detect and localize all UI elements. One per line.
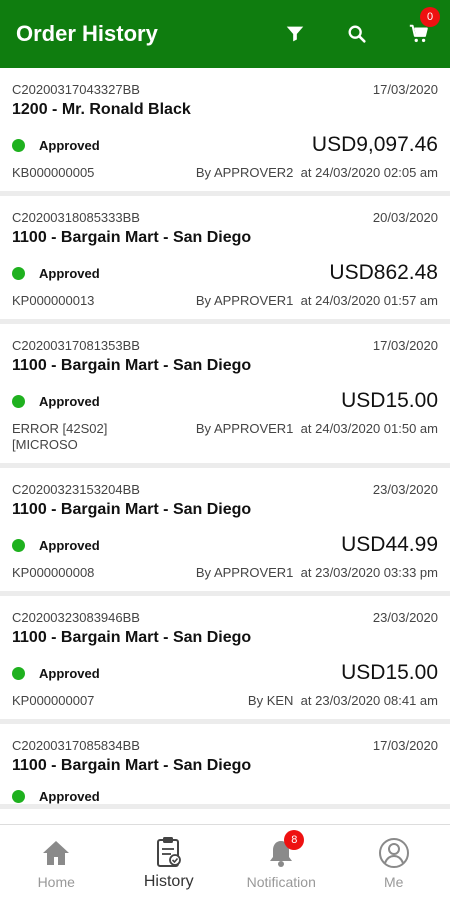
bell-icon: 8 — [264, 829, 305, 870]
order-code: C20200318085333BB — [12, 210, 140, 225]
order-list: C20200317043327BB 17/03/2020 1200 - Mr. … — [0, 68, 450, 824]
approval-time: at 24/03/2020 02:05 am — [300, 165, 438, 180]
order-code: C20200323153204BB — [12, 482, 140, 497]
order-reference: KP000000007 — [12, 693, 95, 708]
order-date: 17/03/2020 — [372, 82, 438, 97]
order-amount: USD15.00 — [341, 389, 438, 412]
order-card[interactable]: C20200317043327BB 17/03/2020 1200 - Mr. … — [0, 68, 450, 196]
filter-icon[interactable] — [282, 21, 308, 47]
status-dot-icon — [12, 790, 25, 803]
approval-time: at 23/03/2020 08:41 am — [300, 693, 438, 708]
status-dot-icon — [12, 266, 25, 280]
order-amount: USD15.00 — [341, 661, 438, 684]
nav-home[interactable]: Home — [0, 825, 113, 900]
order-amount: USD9,097.46 — [311, 133, 438, 156]
notification-count-badge: 8 — [284, 829, 305, 850]
status-label: Approved — [39, 789, 100, 804]
order-code: C20200323083946BB — [12, 610, 140, 625]
nav-me[interactable]: Me — [338, 825, 450, 900]
order-code: C20200317085834BB — [12, 738, 140, 753]
order-amount: USD44.99 — [341, 533, 438, 556]
order-date: 23/03/2020 — [372, 610, 438, 625]
approver: By APPROVER1 — [195, 293, 294, 308]
order-reference: KP000000008 — [12, 565, 95, 580]
order-date: 20/03/2020 — [372, 210, 438, 225]
status-dot-icon — [12, 394, 25, 408]
order-code: C20200317081353BB — [12, 338, 140, 353]
status-label: Approved — [39, 393, 100, 409]
order-date: 17/03/2020 — [372, 338, 438, 353]
cart-icon[interactable]: 0 — [406, 7, 440, 47]
order-date: 17/03/2020 — [372, 738, 438, 753]
nav-me-label: Me — [384, 873, 404, 890]
user-icon — [377, 836, 411, 870]
approval-time: at 23/03/2020 03:33 pm — [300, 565, 438, 580]
nav-history-label: History — [143, 872, 194, 890]
order-reference: ERROR [42S02] [MICROSO — [12, 421, 108, 452]
nav-notification-label: Notification — [246, 873, 316, 890]
nav-home-label: Home — [37, 873, 75, 890]
status-dot-icon — [12, 666, 25, 680]
approver: By APPROVER1 — [195, 421, 294, 436]
order-reference: KP000000013 — [12, 293, 95, 308]
status-badge: Approved — [12, 666, 100, 681]
nav-history[interactable]: History — [113, 825, 226, 900]
order-card[interactable]: C20200317081353BB 17/03/2020 1100 - Barg… — [0, 324, 450, 468]
status-badge: Approved — [12, 138, 100, 153]
customer-name: 1100 - Bargain Mart - San Diego — [12, 229, 252, 246]
status-dot-icon — [12, 538, 25, 552]
app-bar: Order History 0 — [0, 0, 450, 68]
status-badge: Approved — [12, 538, 100, 553]
status-label: Approved — [39, 137, 100, 153]
order-reference: KB000000005 — [12, 165, 95, 180]
order-code: C20200317043327BB — [12, 82, 140, 97]
status-badge: Approved — [12, 266, 100, 281]
status-dot-icon — [12, 138, 25, 152]
approval-time: at 24/03/2020 01:50 am — [300, 421, 438, 436]
status-label: Approved — [39, 265, 100, 281]
status-badge: Approved — [12, 789, 100, 804]
customer-name: 1100 - Bargain Mart - San Diego — [12, 757, 252, 774]
cart-count-badge: 0 — [420, 7, 440, 27]
page-title: Order History — [16, 21, 158, 46]
order-card[interactable]: C20200317085834BB 17/03/2020 1100 - Barg… — [0, 724, 450, 809]
customer-name: 1200 - Mr. Ronald Black — [12, 101, 191, 118]
search-icon[interactable] — [344, 21, 370, 47]
order-card[interactable]: C20200318085333BB 20/03/2020 1100 - Barg… — [0, 196, 450, 324]
order-date: 23/03/2020 — [372, 482, 438, 497]
approver: By KEN — [247, 693, 294, 708]
approver: By APPROVER2 — [195, 165, 294, 180]
order-amount: USD862.48 — [329, 261, 438, 284]
order-card[interactable]: C20200323153204BB 23/03/2020 1100 - Barg… — [0, 468, 450, 596]
status-label: Approved — [39, 537, 100, 553]
bottom-nav: Home History 8 Notification Me — [0, 824, 450, 900]
nav-notification[interactable]: 8 Notification — [225, 825, 338, 900]
order-card[interactable]: C20200323083946BB 23/03/2020 1100 - Barg… — [0, 596, 450, 724]
home-icon — [39, 836, 73, 870]
clipboard-icon — [152, 835, 186, 869]
status-badge: Approved — [12, 394, 100, 409]
approval-time: at 24/03/2020 01:57 am — [300, 293, 438, 308]
customer-name: 1100 - Bargain Mart - San Diego — [12, 357, 252, 374]
status-label: Approved — [39, 665, 100, 681]
customer-name: 1100 - Bargain Mart - San Diego — [12, 629, 252, 646]
customer-name: 1100 - Bargain Mart - San Diego — [12, 501, 252, 518]
approver: By APPROVER1 — [195, 565, 294, 580]
